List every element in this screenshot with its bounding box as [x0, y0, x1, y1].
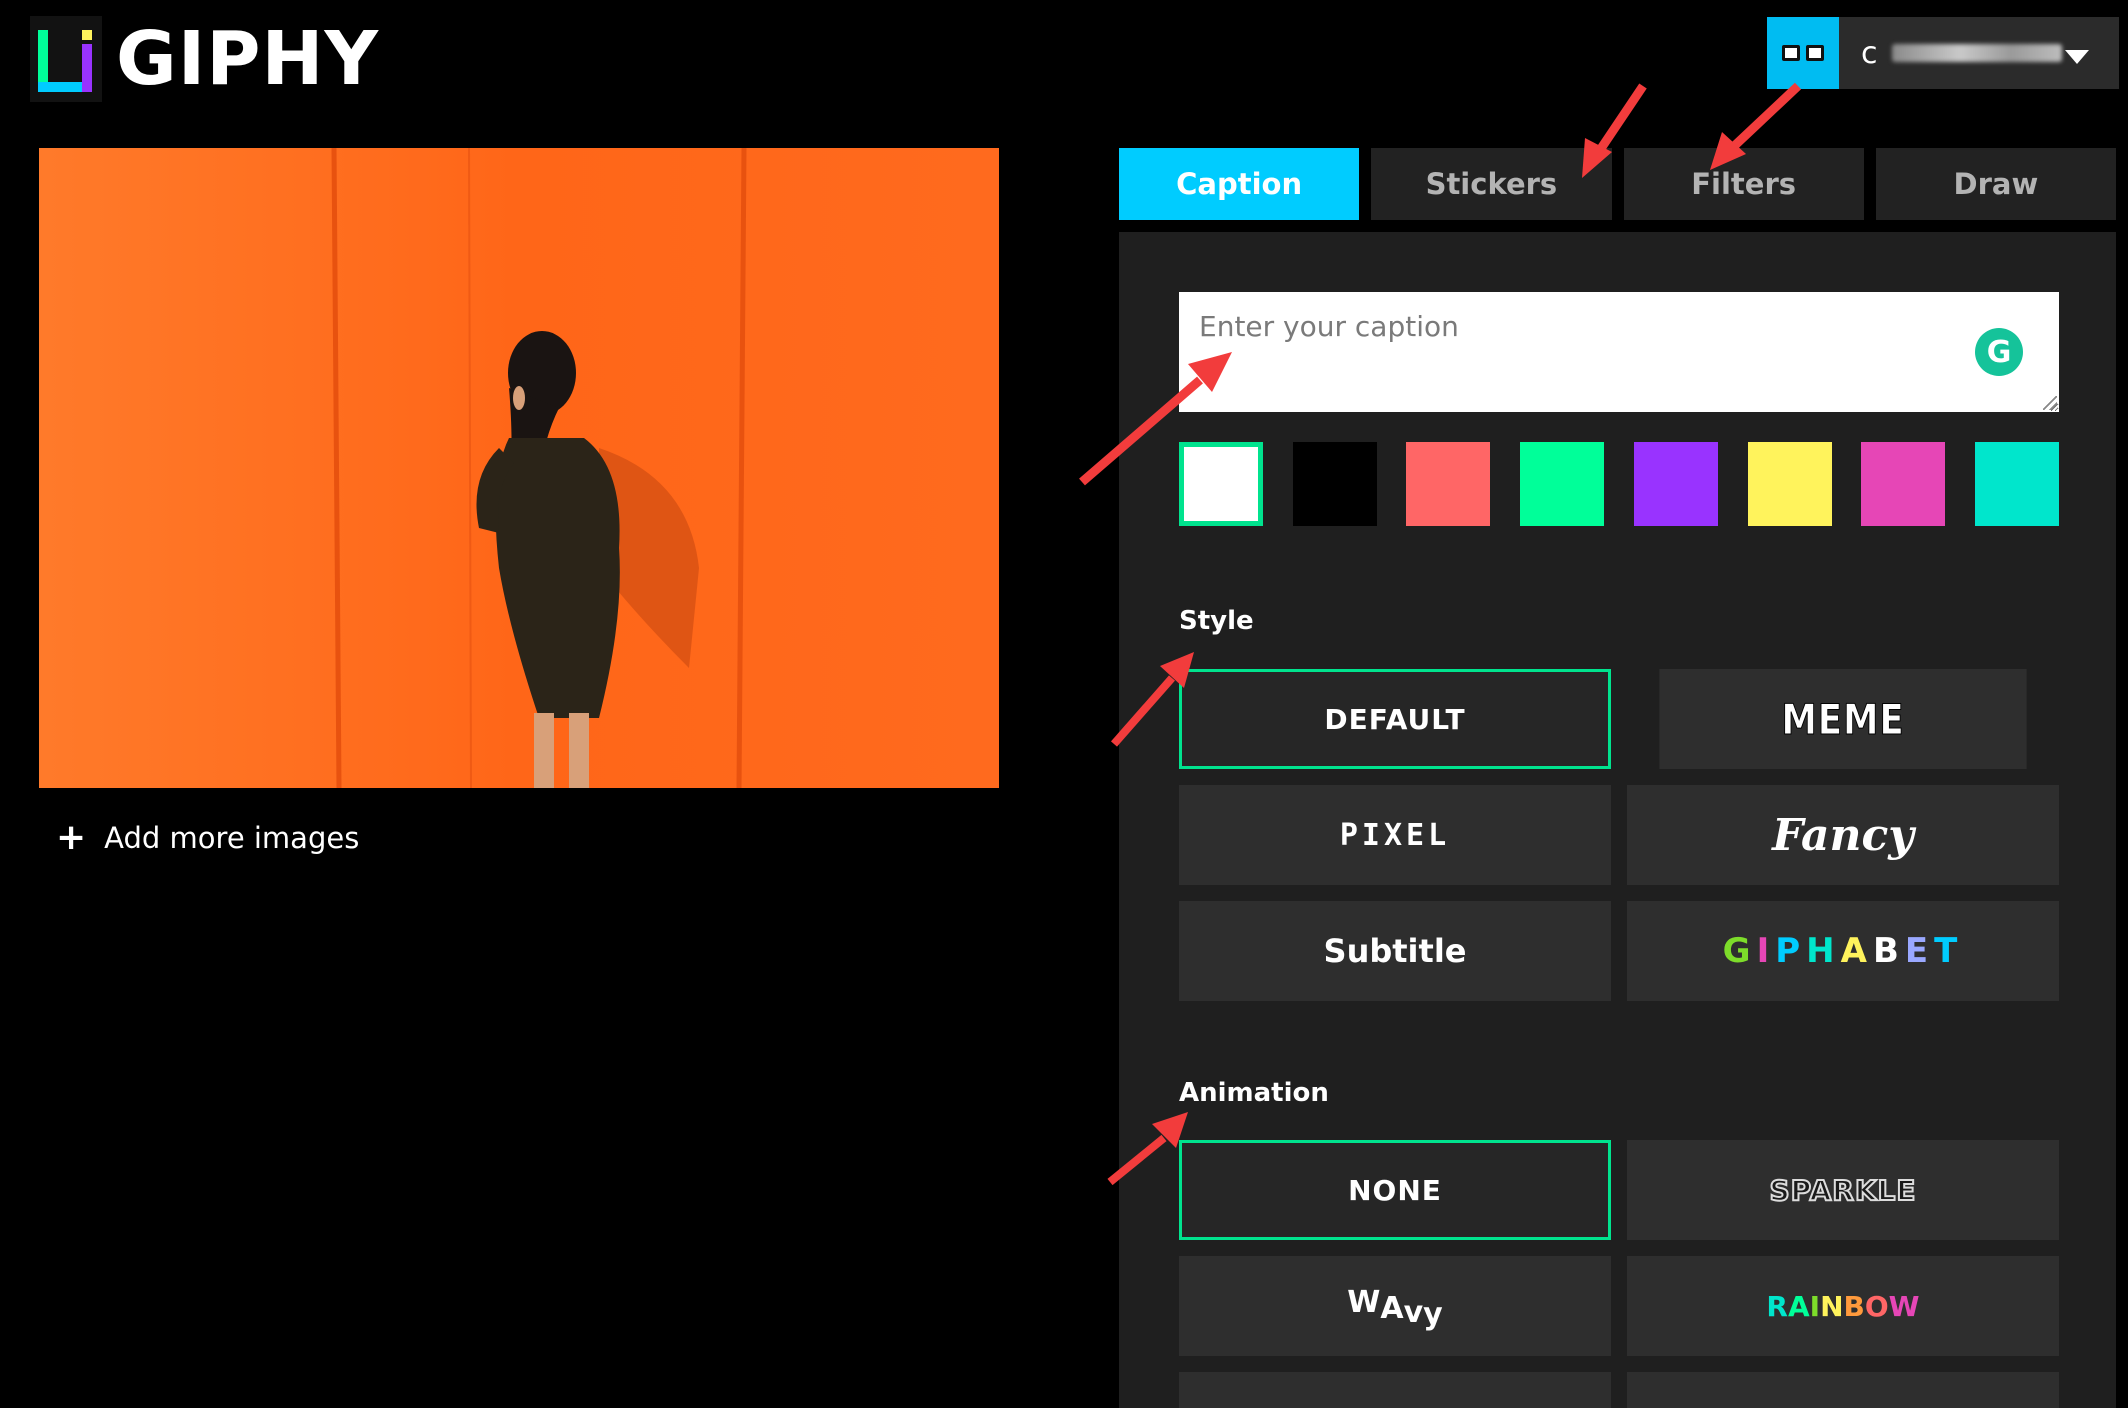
- caption-field: G: [1179, 292, 2059, 412]
- color-swatch-coral[interactable]: [1406, 442, 1491, 526]
- tab-draw[interactable]: Draw: [1875, 148, 2116, 220]
- color-swatch-black[interactable]: [1292, 442, 1377, 526]
- style-section-label: Style: [1179, 606, 1254, 636]
- animation-section-label: Animation: [1179, 1078, 1329, 1108]
- add-more-images-label: Add more images: [104, 821, 360, 855]
- giphy-logo[interactable]: GIPHY: [30, 14, 379, 104]
- color-swatch-purple[interactable]: [1633, 442, 1718, 526]
- gif-preview-image: [39, 148, 999, 788]
- chevron-down-icon[interactable]: [2065, 50, 2089, 64]
- style-meme-button[interactable]: MEME: [1659, 669, 2027, 769]
- giphy-wordmark: GIPHY: [116, 16, 380, 102]
- animation-wavy-button[interactable]: WAvy: [1179, 1256, 1611, 1356]
- preview-photo: [39, 148, 999, 788]
- style-subtitle-button[interactable]: Subtitle: [1179, 901, 1611, 1001]
- style-default-button[interactable]: DEFAULT: [1179, 669, 1611, 769]
- resize-handle-icon[interactable]: [2043, 396, 2057, 410]
- editor-tabs: Caption Stickers Filters Draw: [1119, 148, 2116, 220]
- color-swatch-yellow[interactable]: [1747, 442, 1832, 526]
- add-more-images-button[interactable]: + Add more images: [56, 820, 359, 856]
- style-giphabet-button[interactable]: GIPHABET: [1627, 901, 2059, 1001]
- giphabet-label: GIPHABET: [1722, 931, 1964, 971]
- tab-filters[interactable]: Filters: [1623, 148, 1864, 220]
- user-name-blurred: [1891, 44, 2062, 62]
- color-swatch-white[interactable]: [1179, 442, 1263, 526]
- color-swatch-magenta[interactable]: [1861, 442, 1946, 526]
- caption-input[interactable]: [1179, 292, 2059, 412]
- style-fancy-button[interactable]: Fancy: [1627, 785, 2059, 885]
- animation-option-partial[interactable]: [1627, 1372, 2059, 1408]
- user-initial: c: [1861, 35, 1878, 71]
- avatar-eye-icon: [1782, 45, 1800, 61]
- animation-none-button[interactable]: NONE: [1179, 1140, 1611, 1240]
- style-pixel-button[interactable]: PIXEL: [1179, 785, 1611, 885]
- wavy-label: WAvy: [1347, 1284, 1443, 1332]
- giphy-logo-icon: [30, 16, 102, 102]
- color-swatches: [1179, 442, 2059, 526]
- color-swatch-green[interactable]: [1520, 442, 1605, 526]
- color-swatch-teal[interactable]: [1974, 442, 2059, 526]
- tab-caption[interactable]: Caption: [1119, 148, 1360, 220]
- user-avatar: [1767, 17, 1839, 89]
- avatar-eye-icon: [1806, 45, 1824, 61]
- tab-stickers[interactable]: Stickers: [1371, 148, 1612, 220]
- caption-panel: G Style DEFAULT MEME PIXEL Fancy Subtitl…: [1119, 232, 2116, 1408]
- animation-sparkle-button[interactable]: SPARKLE: [1627, 1140, 2059, 1240]
- rainbow-label: RAINBOW: [1766, 1289, 1920, 1323]
- plus-icon: +: [56, 817, 87, 858]
- animation-rainbow-button[interactable]: RAINBOW: [1627, 1256, 2059, 1356]
- user-menu[interactable]: c: [1767, 17, 2119, 89]
- animation-option-partial[interactable]: [1179, 1372, 1611, 1408]
- grammarly-icon[interactable]: G: [1975, 328, 2023, 376]
